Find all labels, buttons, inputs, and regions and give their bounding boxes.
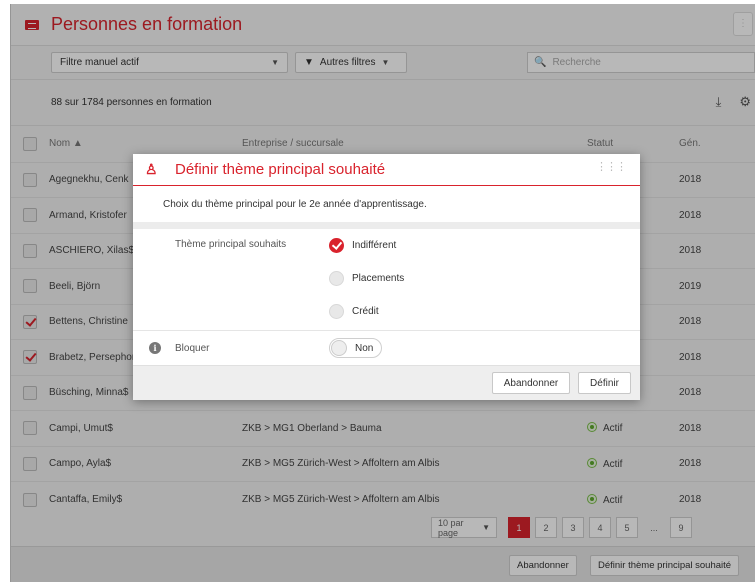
option-label: Indifférent	[352, 240, 397, 251]
toggle-knob	[331, 340, 347, 356]
dialog-description: Choix du thème principal pour le 2e anné…	[163, 198, 427, 210]
block-section: i Bloquer Non	[133, 331, 640, 365]
option-placements[interactable]: Placements	[329, 271, 404, 286]
option-credit[interactable]: Crédit	[329, 304, 379, 319]
block-label: Bloquer	[175, 343, 210, 354]
theme-label: Thème principal souhaits	[175, 239, 287, 250]
option-label: Placements	[352, 273, 405, 284]
info-icon[interactable]: i	[149, 342, 161, 354]
define-theme-dialog: ♙ Définir thème principal souhaité ⋮⋮⋮ C…	[133, 154, 640, 400]
option-indifferent[interactable]: Indifférent	[329, 238, 396, 253]
option-label: Crédit	[352, 306, 379, 317]
toggle-value: Non	[355, 342, 374, 354]
dialog-title: Définir thème principal souhaité	[175, 161, 386, 178]
dialog-header: ♙ Définir thème principal souhaité ⋮⋮⋮	[133, 154, 640, 186]
drag-grip-icon[interactable]: ⋮⋮⋮	[596, 162, 627, 173]
divider	[133, 222, 640, 229]
theme-section: Thème principal souhaits Indifférent Pla…	[133, 229, 640, 331]
block-toggle[interactable]: Non	[329, 338, 382, 358]
dialog-footer: Abandonner Définir	[133, 365, 640, 400]
radio-icon[interactable]	[329, 271, 344, 286]
radio-checked-icon[interactable]	[329, 238, 344, 253]
radio-icon[interactable]	[329, 304, 344, 319]
person-edit-icon: ♙	[145, 161, 158, 177]
dialog-cancel-button[interactable]: Abandonner	[492, 372, 570, 394]
dialog-define-button[interactable]: Définir	[578, 372, 631, 394]
